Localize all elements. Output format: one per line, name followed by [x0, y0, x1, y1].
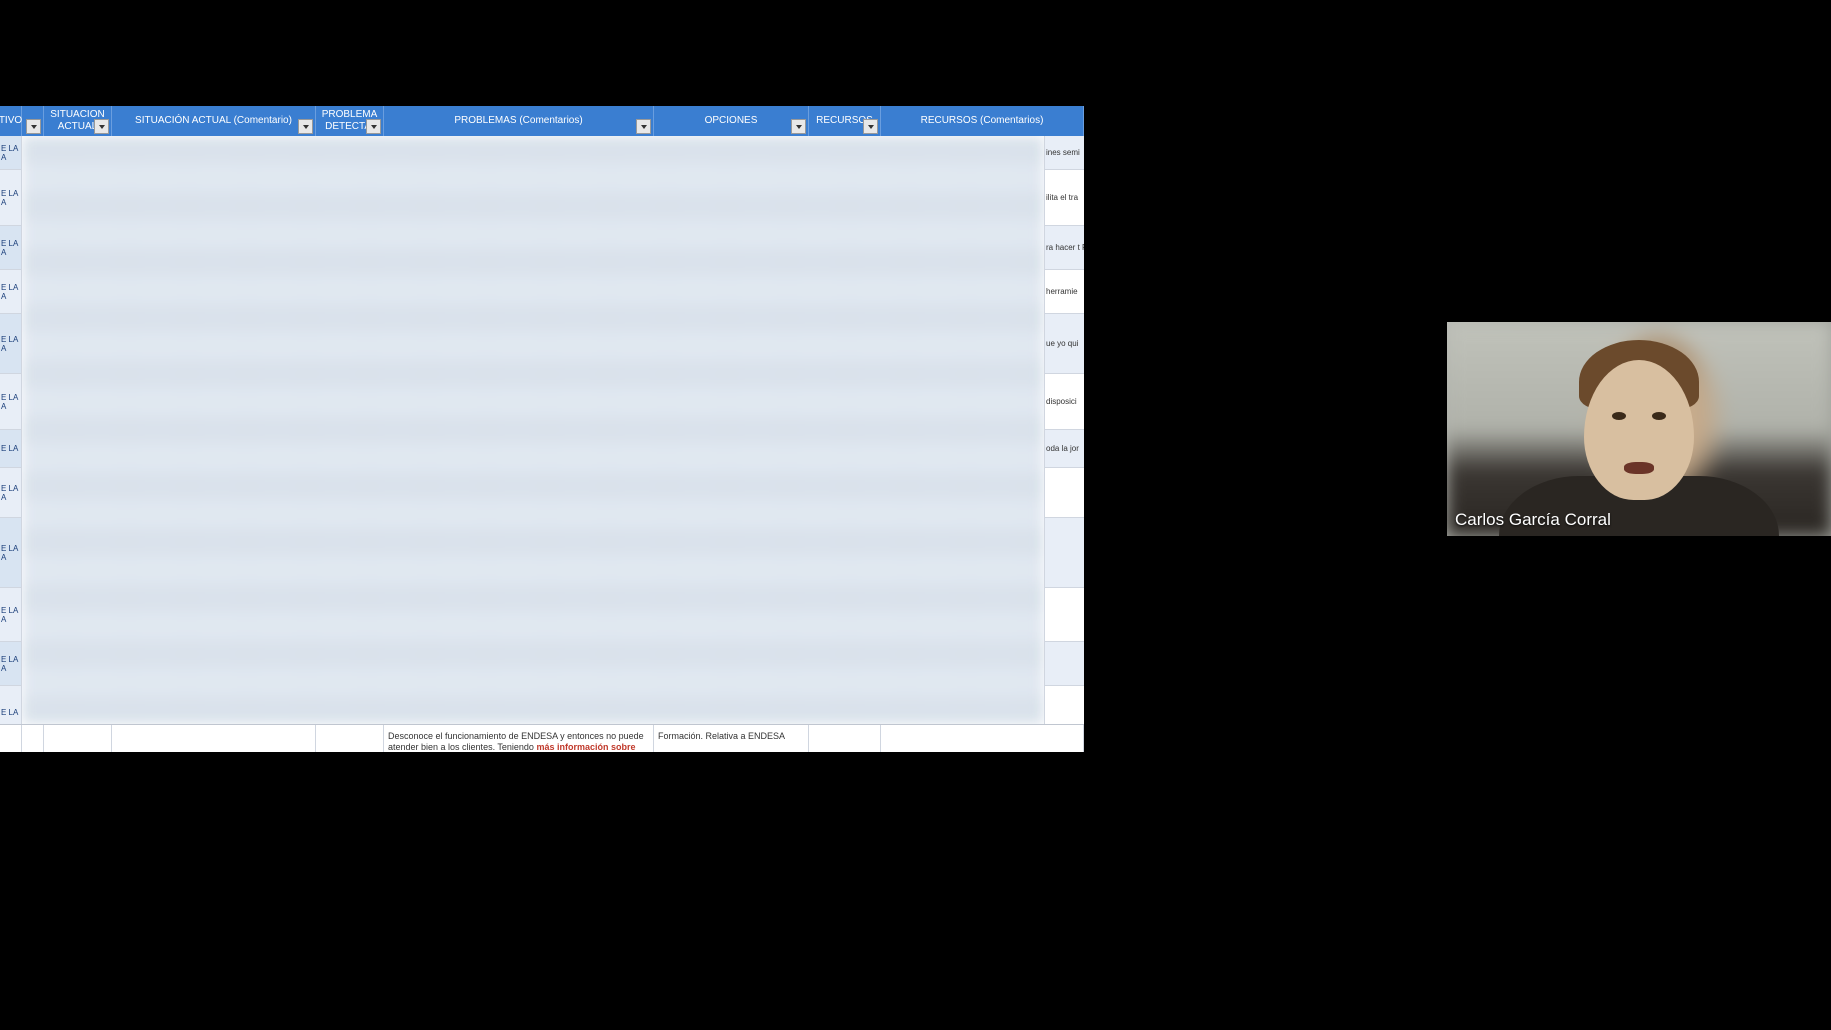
table-cell	[881, 725, 1084, 752]
table-cell	[809, 725, 881, 752]
table-row-label: E LA A	[0, 270, 22, 314]
header-col-situacion-comentario: SITUACIÓN ACTUAL (Comentario)	[112, 106, 316, 136]
filter-button[interactable]	[636, 119, 651, 134]
table-cell	[1044, 468, 1084, 518]
header-label: TIVO	[0, 115, 22, 127]
table-row-label: E LA A	[0, 518, 22, 588]
header-label-line2: ACTUAL	[58, 121, 97, 133]
table-row-label: E LA A	[0, 170, 22, 226]
table-cell	[1044, 642, 1084, 686]
header-col-problemas-comentarios: PROBLEMAS (Comentarios)	[384, 106, 654, 136]
header-label: PROBLEMAS (Comentarios)	[454, 115, 582, 127]
header-col-tivo: TIVO	[0, 106, 22, 136]
table-cell	[44, 725, 112, 752]
blurred-content-region	[22, 136, 1044, 724]
row-label-text: E LA	[1, 708, 18, 717]
video-person-mouth	[1624, 462, 1654, 474]
header-col-opciones: OPCIONES	[654, 106, 809, 136]
row-label-text: E LA A	[1, 335, 20, 353]
table-row-label: E LA A	[0, 136, 22, 170]
cell-text: herramie	[1046, 287, 1078, 296]
table-cell	[22, 725, 44, 752]
shared-screen-region: TIVO SITUACION ACTUAL SITUACIÓN ACTUAL (…	[0, 0, 1148, 1030]
table-cell	[316, 725, 384, 752]
table-cell: disposici	[1044, 374, 1084, 430]
table-cell: ines semi	[1044, 136, 1084, 170]
table-row-label: E LA A	[0, 226, 22, 270]
filter-button[interactable]	[94, 119, 109, 134]
table-cell-opciones: Formación. Relativa a ENDESA	[654, 725, 809, 752]
table-cell: ra hacer t Recibe q	[1044, 226, 1084, 270]
header-col-problema-detectado: PROBLEMA DETECTAI	[316, 106, 384, 136]
table-row-label: E LA A	[0, 588, 22, 642]
video-person-eye	[1612, 412, 1626, 420]
table-row-label: E LA A	[0, 374, 22, 430]
visible-bottom-row: Desconoce el funcionamiento de ENDESA y …	[0, 724, 1084, 752]
filter-button[interactable]	[298, 119, 313, 134]
header-col-situacion-actual: SITUACION ACTUAL	[44, 106, 112, 136]
table-cell-problemas: Desconoce el funcionamiento de ENDESA y …	[384, 725, 654, 752]
header-label: SITUACIÓN ACTUAL (Comentario)	[135, 115, 292, 127]
left-fixed-column: E LA A E LA A E LA A E LA A E LA A E LA …	[0, 136, 22, 724]
right-visible-column: ines semi ilita el tra ra hacer t Recibe…	[1044, 136, 1084, 724]
filter-button[interactable]	[26, 119, 41, 134]
cell-text: ra hacer t Recibe q	[1046, 243, 1084, 252]
table-row-label: E LA A	[0, 642, 22, 686]
video-person-face	[1574, 340, 1704, 510]
header-label: RECURSOS (Comentarios)	[921, 115, 1044, 127]
row-label-text: E LA A	[1, 283, 20, 301]
table-row-label: E LA A	[0, 468, 22, 518]
table-cell	[1044, 588, 1084, 642]
row-label-text: E LA A	[1, 606, 20, 624]
table-cell	[0, 725, 22, 752]
row-label-text: E LA A	[1, 393, 20, 411]
row-label-text: E LA A	[1, 484, 20, 502]
table-cell: ue yo qui	[1044, 314, 1084, 374]
participant-name-label: Carlos García Corral	[1455, 510, 1611, 530]
video-person-eye	[1652, 412, 1666, 420]
row-label-text: E LA A	[1, 144, 20, 162]
cell-text: ue yo qui	[1046, 339, 1078, 348]
filter-button[interactable]	[366, 119, 381, 134]
row-label-text: E LA A	[1, 239, 20, 257]
header-col-recursos: RECURSOS	[809, 106, 881, 136]
filter-button[interactable]	[863, 119, 878, 134]
header-label: OPCIONES	[705, 115, 758, 127]
row-label-text: E LA A	[1, 189, 20, 207]
row-label-text: E LA A	[1, 544, 20, 562]
header-col-recursos-comentarios: RECURSOS (Comentarios)	[881, 106, 1084, 136]
table-cell	[1044, 518, 1084, 588]
table-cell: ilita el tra	[1044, 170, 1084, 226]
table-cell	[112, 725, 316, 752]
table-row-label: E LA A	[0, 314, 22, 374]
cell-text: ines semi	[1046, 148, 1080, 157]
row-label-text: E LA A	[1, 655, 20, 673]
cell-text: Formación. Relativa a ENDESA	[658, 731, 785, 741]
table-cell: oda la jor	[1044, 430, 1084, 468]
header-col-blank	[22, 106, 44, 136]
cell-text: ilita el tra	[1046, 193, 1078, 202]
cell-text: disposici	[1046, 397, 1077, 406]
table-header-row: TIVO SITUACION ACTUAL SITUACIÓN ACTUAL (…	[0, 106, 1084, 136]
cell-text: oda la jor	[1046, 444, 1079, 453]
row-label-text: E LA	[1, 444, 18, 453]
filter-button[interactable]	[791, 119, 806, 134]
spreadsheet-view: TIVO SITUACION ACTUAL SITUACIÓN ACTUAL (…	[0, 106, 1084, 752]
cell-text-highlight: más información sobre	[536, 742, 635, 752]
table-cell: herramie	[1044, 270, 1084, 314]
table-row-label: E LA	[0, 430, 22, 468]
participant-video-tile[interactable]: Carlos García Corral	[1447, 322, 1831, 536]
